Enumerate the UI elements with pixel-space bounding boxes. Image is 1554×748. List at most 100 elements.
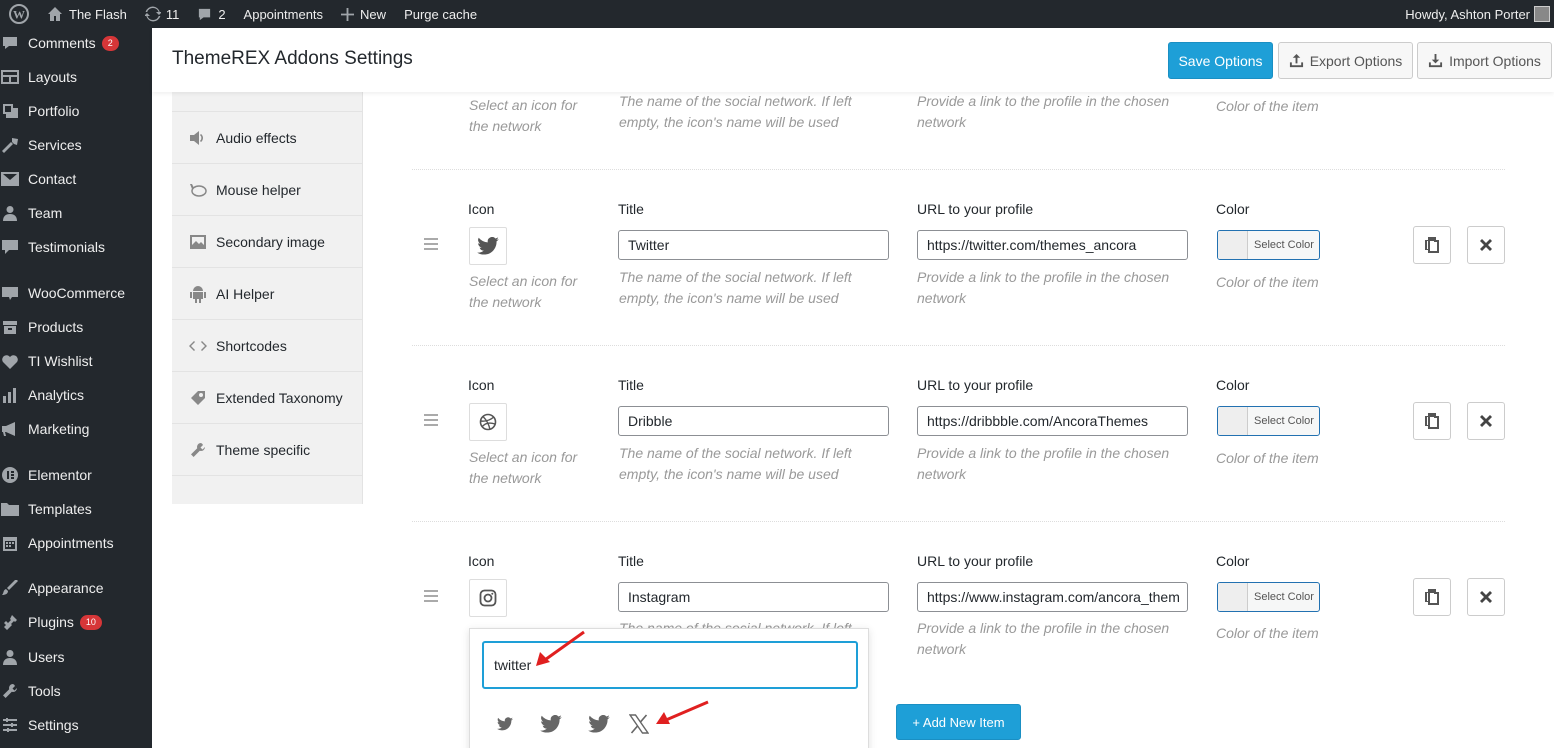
menu-templates[interactable]: Templates (0, 494, 152, 524)
woo-icon (0, 283, 20, 303)
menu-plugins[interactable]: Plugins 10 (0, 607, 152, 637)
delete-button[interactable] (1467, 402, 1505, 440)
upload-icon (1289, 53, 1304, 68)
icon-description: Select an icon for the network (469, 273, 578, 310)
menu-label: Plugins (28, 614, 74, 630)
icon-label: Icon (468, 377, 495, 393)
tab-shortcodes[interactable]: Shortcodes (172, 320, 363, 372)
color-label: Color (1216, 377, 1250, 393)
close-icon (1479, 414, 1493, 428)
url-description: Provide a link to the profile in the cho… (917, 93, 1170, 130)
site-name-link[interactable]: The Flash (38, 0, 136, 28)
menu-label: Contact (28, 171, 77, 187)
updates-link[interactable]: 11 (136, 0, 189, 28)
menu-label: Appearance (28, 580, 104, 596)
wordpress-logo-icon[interactable]: W (0, 0, 38, 28)
menu-label: Users (28, 649, 65, 665)
drag-handle-icon[interactable] (424, 414, 438, 426)
speaker-icon (188, 128, 208, 148)
icon-selector[interactable] (469, 227, 507, 265)
menu-settings[interactable]: Settings (0, 710, 152, 740)
title-input[interactable]: Dribble (618, 406, 889, 436)
select-color-label: Select Color (1254, 415, 1314, 427)
delete-button[interactable] (1467, 226, 1505, 264)
menu-contact[interactable]: Contact (0, 164, 152, 194)
url-input[interactable]: https://twitter.com/themes_ancora (917, 230, 1188, 260)
menu-services[interactable]: Services (0, 130, 152, 160)
export-options-button[interactable]: Export Options (1278, 42, 1413, 79)
select-color-button[interactable]: Select Color (1217, 406, 1320, 436)
menu-users[interactable]: Users (0, 642, 152, 672)
icon-label: Icon (468, 201, 495, 217)
clone-button[interactable] (1413, 402, 1451, 440)
tab-mouse-helper[interactable]: Mouse helper (172, 164, 363, 216)
wrench-icon (0, 681, 20, 701)
purge-cache-link[interactable]: Purge cache (395, 0, 486, 28)
appointments-label: Appointments (243, 6, 324, 22)
icon-selector[interactable] (469, 579, 507, 617)
comment-bubble-icon (197, 7, 212, 22)
twitter-icon[interactable] (538, 711, 564, 737)
select-color-button[interactable]: Select Color (1217, 230, 1320, 260)
url-input[interactable]: https://www.instagram.com/ancora_them (917, 582, 1188, 612)
menu-marketing[interactable]: Marketing (0, 414, 152, 444)
new-content-link[interactable]: New (332, 0, 395, 28)
comments-link[interactable]: 2 (188, 0, 234, 28)
portfolio-icon (0, 101, 20, 121)
drag-handle-icon[interactable] (424, 590, 438, 602)
refresh-icon (144, 6, 161, 22)
tab-secondary-image[interactable]: Secondary image (172, 216, 363, 268)
menu-ti-wishlist[interactable]: TI Wishlist (0, 346, 152, 376)
x-icon[interactable] (626, 711, 652, 737)
menu-appointments[interactable]: Appointments (0, 528, 152, 558)
select-color-button[interactable]: Select Color (1217, 582, 1320, 612)
elementor-icon (0, 465, 20, 485)
menu-products[interactable]: Products (0, 312, 152, 342)
mail-icon (0, 169, 20, 189)
twitter-alt-icon[interactable] (586, 711, 612, 737)
tab-label: Audio effects (216, 129, 297, 146)
close-icon (1479, 590, 1493, 604)
clone-button[interactable] (1413, 226, 1451, 264)
add-new-item-button[interactable]: + Add New Item (896, 704, 1021, 740)
url-input[interactable]: https://dribbble.com/AncoraThemes (917, 406, 1188, 436)
menu-elementor[interactable]: Elementor (0, 460, 152, 490)
icon-selector[interactable] (469, 403, 507, 441)
icon-label: Icon (468, 553, 495, 569)
menu-portfolio[interactable]: Portfolio (0, 96, 152, 126)
import-options-button[interactable]: Import Options (1417, 42, 1552, 79)
save-options-button[interactable]: Save Options (1168, 42, 1273, 79)
twitter-small-icon[interactable] (492, 711, 518, 737)
tab-ai-helper[interactable]: AI Helper (172, 268, 363, 320)
megaphone-icon (0, 419, 20, 439)
menu-comments[interactable]: Comments 2 (0, 28, 152, 58)
tab-theme-specific[interactable]: Theme specific (172, 424, 363, 476)
title-label: Title (618, 553, 644, 569)
calendar-icon (0, 533, 20, 553)
title-input[interactable]: Instagram (618, 582, 889, 612)
menu-appearance[interactable]: Appearance (0, 573, 152, 603)
menu-testimonials[interactable]: Testimonials (0, 232, 152, 262)
menu-team[interactable]: Team (0, 198, 152, 228)
tab-audio-effects[interactable]: Audio effects (172, 112, 363, 164)
menu-analytics[interactable]: Analytics (0, 380, 152, 410)
menu-woocommerce[interactable]: WooCommerce (0, 278, 152, 308)
main-content: ThemeREX Addons Settings Save Options Ex… (152, 28, 1554, 748)
menu-tools[interactable]: Tools (0, 676, 152, 706)
heart-icon (0, 351, 20, 371)
clone-button[interactable] (1413, 578, 1451, 616)
folder-icon (0, 499, 20, 519)
appointments-link[interactable]: Appointments (235, 0, 333, 28)
menu-label: Team (28, 205, 63, 221)
title-input[interactable]: Twitter (618, 230, 889, 260)
menu-label: Elementor (28, 467, 92, 483)
delete-button[interactable] (1467, 578, 1505, 616)
import-label: Import Options (1449, 52, 1541, 69)
menu-layouts[interactable]: Layouts (0, 62, 152, 92)
drag-handle-icon[interactable] (424, 238, 438, 250)
instagram-icon (479, 589, 497, 607)
tab-extended-taxonomy[interactable]: Extended Taxonomy (172, 372, 363, 424)
menu-label: Comments (28, 35, 96, 51)
my-account-link[interactable]: Howdy, Ashton Porter (1396, 0, 1554, 28)
plus-icon (341, 7, 355, 21)
